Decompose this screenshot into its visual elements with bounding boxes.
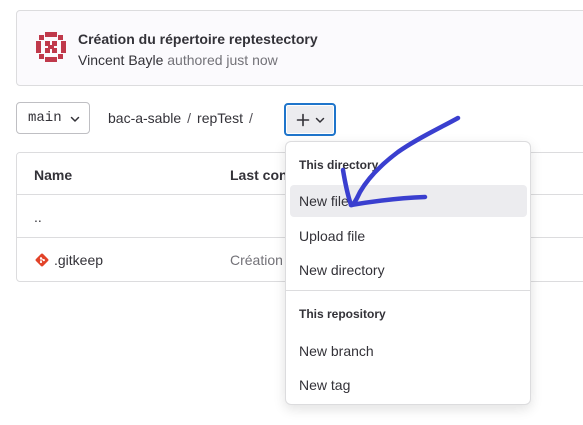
file-last-commit-link[interactable]: Création [230,252,283,268]
branch-name: main [28,110,62,126]
menu-item-new-tag[interactable]: New tag [290,369,527,401]
plus-icon [296,113,309,126]
breadcrumb-separator: / [187,110,192,126]
menu-item-new-directory[interactable]: New directory [290,254,527,286]
branch-selector-button[interactable]: main [16,102,90,134]
file-name-link[interactable]: .gitkeep [54,252,103,268]
chevron-down-icon [315,117,324,123]
parent-directory-link[interactable]: .. [34,209,42,225]
add-dropdown-menu: This directory New file Upload file New … [285,141,531,405]
commit-author[interactable]: Vincent Bayle [78,52,163,68]
breadcrumb-separator: / [248,110,253,126]
commit-meta: Vincent Bayle authored just now [78,52,278,68]
breadcrumb-folder[interactable]: repTest [197,110,243,126]
identicon-avatar[interactable] [36,32,66,62]
commit-time: authored just now [167,52,278,68]
menu-divider [286,290,530,291]
breadcrumb-project[interactable]: bac-a-sable [108,110,181,126]
commit-title[interactable]: Création du répertoire reptestectory [78,31,318,47]
add-to-tree-button[interactable] [284,103,336,136]
column-header-name: Name [34,167,73,183]
menu-item-new-file[interactable]: New file [290,185,527,217]
menu-item-new-branch[interactable]: New branch [290,335,527,367]
last-commit-panel: Création du répertoire reptestectory Vin… [16,10,583,86]
section-header-this-repository: This repository [299,307,386,321]
column-header-last-commit: Last con [230,167,288,183]
section-header-this-directory: This directory [299,158,379,172]
menu-item-upload-file[interactable]: Upload file [290,220,527,252]
breadcrumb: bac-a-sable / repTest / [108,110,259,126]
chevron-down-icon [70,116,80,122]
git-file-icon [35,253,49,267]
